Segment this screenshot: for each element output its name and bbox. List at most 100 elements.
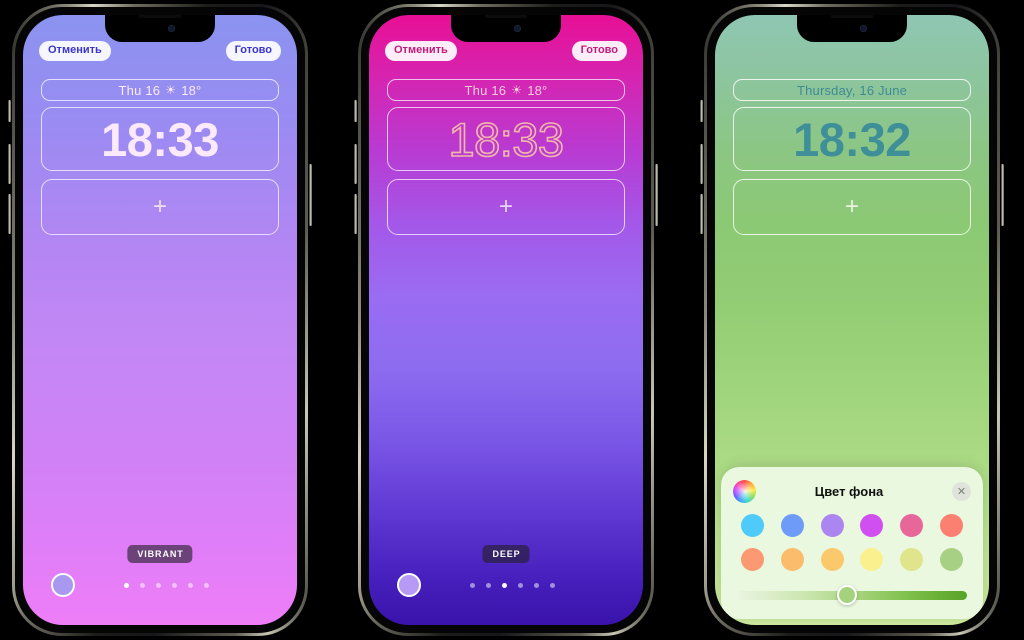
plus-icon: + (498, 193, 513, 220)
style-name-badge: VIBRANT (127, 545, 193, 563)
clock-time: 18:33 (448, 112, 565, 166)
plus-icon: + (152, 193, 167, 220)
color-swatch[interactable] (899, 548, 923, 571)
color-swatch[interactable] (860, 514, 884, 537)
lock-screen-editor[interactable]: Отменить Готово Thu 16 ☀ 18° 18:33 (369, 15, 643, 625)
front-camera-icon (859, 25, 867, 32)
earpiece-speaker (485, 15, 527, 18)
volume-down-button[interactable] (354, 194, 357, 234)
date-label: Thu 16 (464, 82, 507, 98)
power-button[interactable] (655, 164, 658, 226)
clock-widget-slot[interactable]: 18:33 (41, 107, 279, 171)
power-button[interactable] (1001, 164, 1004, 226)
picker-header: Цвет фона ✕ (733, 478, 971, 504)
page-dot[interactable] (139, 582, 145, 588)
volume-down-button[interactable] (8, 194, 11, 234)
phone-deep: Отменить Готово Thu 16 ☀ 18° 18:33 + DEE… (354, 4, 658, 636)
plus-icon: + (844, 193, 859, 220)
phone-bezel: Отменить Готово Thu 16 ☀ 18° 18:33 (361, 7, 651, 633)
sun-icon: ☀ (511, 83, 523, 97)
page-dot[interactable] (501, 582, 507, 588)
color-swatch[interactable] (820, 514, 844, 537)
sun-icon: ☀ (165, 83, 177, 97)
notch (105, 15, 215, 42)
date-weather-text: Thu 16 ☀ 18° (119, 83, 202, 98)
page-dot[interactable] (203, 582, 209, 588)
editor-top-bar: Отменить Готово (23, 41, 297, 61)
close-icon[interactable]: ✕ (952, 481, 971, 501)
phone-bezel: Отменить Готово Thu 16 ☀ 18° 18:33 (15, 7, 305, 633)
screenshot-stage: Отменить Готово Thu 16 ☀ 18° 18:33 + VIB… (0, 0, 1024, 640)
date-widget-slot[interactable]: Thu 16 ☀ 18° (41, 79, 279, 101)
done-button[interactable]: Готово (571, 41, 627, 61)
cancel-button[interactable]: Отменить (385, 41, 457, 61)
page-dot[interactable] (485, 582, 491, 588)
widget-stack: Thu 16 ☀ 18° 18:33 + (387, 79, 625, 235)
color-swatch-button[interactable] (51, 573, 75, 597)
date-widget-slot[interactable]: Thu 16 ☀ 18° (387, 79, 625, 101)
power-button[interactable] (309, 164, 312, 226)
color-swatch[interactable] (899, 514, 923, 537)
page-dot[interactable] (549, 582, 555, 588)
clock-widget-slot[interactable]: 18:33 (387, 107, 625, 171)
style-picker-bar (23, 573, 297, 597)
mute-switch[interactable] (700, 100, 703, 122)
widget-stack: Thu 16 ☀ 18° 18:33 + (41, 79, 279, 235)
clock-widget-slot[interactable]: 18:32 (733, 107, 971, 171)
page-dot[interactable] (533, 582, 539, 588)
volume-up-button[interactable] (354, 144, 357, 184)
color-swatch[interactable] (860, 548, 884, 571)
notch (797, 15, 907, 42)
color-swatch[interactable] (939, 514, 963, 537)
front-camera-icon (513, 25, 521, 32)
editor-top-bar: Отменить Готово (369, 41, 643, 61)
page-dot[interactable] (187, 582, 193, 588)
style-name-badge: DEEP (482, 545, 530, 563)
color-swatch-button[interactable] (397, 573, 421, 597)
date-widget-slot[interactable]: Thursday, 16 June (733, 79, 971, 101)
slider-thumb[interactable] (837, 585, 858, 605)
temperature-label: 18° (527, 82, 548, 98)
background-color-picker-panel: Цвет фона ✕ (721, 467, 983, 619)
page-dot[interactable] (123, 582, 129, 588)
lock-screen-editor[interactable]: Отменить Готово Thu 16 ☀ 18° 18:33 (23, 15, 297, 625)
earpiece-speaker (139, 15, 181, 18)
earpiece-speaker (831, 15, 873, 18)
add-widgets-slot[interactable]: + (41, 179, 279, 235)
front-camera-icon (167, 25, 175, 32)
page-dot[interactable] (517, 582, 523, 588)
clock-time: 18:32 (793, 112, 911, 166)
color-swatch[interactable] (741, 548, 765, 571)
phone-bezel: Thursday, 16 June 18:32 + Цвет фона ✕ (707, 7, 997, 633)
done-button[interactable]: Готово (225, 41, 281, 61)
date-weather-text: Thu 16 ☀ 18° (465, 83, 548, 98)
cancel-button[interactable]: Отменить (39, 41, 111, 61)
color-swatch[interactable] (780, 548, 804, 571)
color-swatch[interactable] (741, 514, 765, 537)
brightness-slider[interactable] (733, 585, 971, 605)
clock-time: 18:33 (101, 112, 219, 166)
volume-up-button[interactable] (700, 144, 703, 184)
volume-up-button[interactable] (8, 144, 11, 184)
widget-stack: Thursday, 16 June 18:32 + (733, 79, 971, 235)
lock-screen-editor[interactable]: Thursday, 16 June 18:32 + Цвет фона ✕ (715, 15, 989, 625)
page-dot[interactable] (469, 582, 475, 588)
date-label: Thursday, 16 June (796, 82, 908, 98)
color-swatch-grid (733, 514, 971, 571)
page-dot[interactable] (155, 582, 161, 588)
color-swatch[interactable] (939, 548, 963, 571)
mute-switch[interactable] (8, 100, 11, 122)
mute-switch[interactable] (354, 100, 357, 122)
notch (451, 15, 561, 42)
phone-vibrant: Отменить Готово Thu 16 ☀ 18° 18:33 + VIB… (8, 4, 312, 636)
add-widgets-slot[interactable]: + (733, 179, 971, 235)
color-swatch[interactable] (820, 548, 844, 571)
color-swatch[interactable] (780, 514, 804, 537)
volume-down-button[interactable] (700, 194, 703, 234)
add-widgets-slot[interactable]: + (387, 179, 625, 235)
phone-green: Thursday, 16 June 18:32 + Цвет фона ✕ (700, 4, 1004, 636)
style-page-dots (75, 582, 257, 588)
date-label: Thu 16 (118, 82, 161, 98)
page-dot[interactable] (171, 582, 177, 588)
temperature-label: 18° (181, 82, 202, 98)
